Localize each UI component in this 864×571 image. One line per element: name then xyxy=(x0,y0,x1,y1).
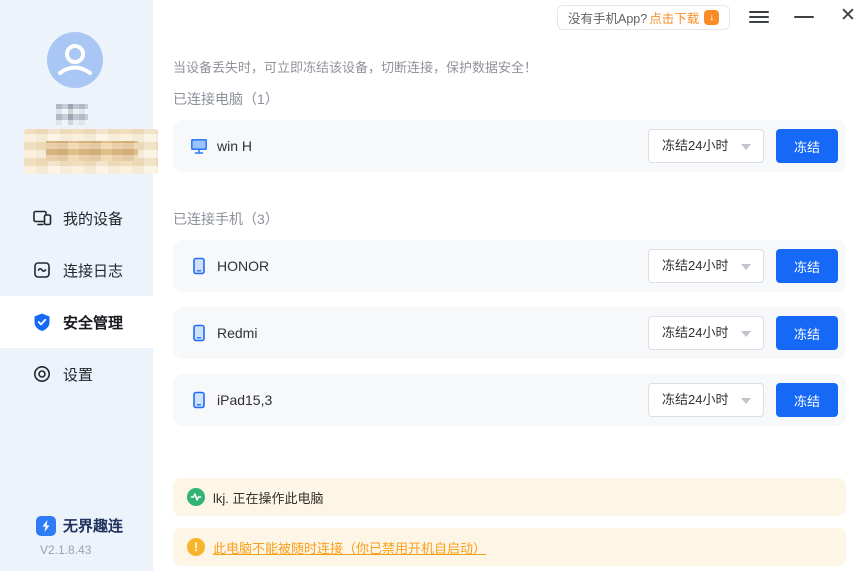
device-row-computer: win H 冻结24小时 冻结 xyxy=(173,120,846,172)
device-name: HONOR xyxy=(217,240,269,292)
connection-log-icon xyxy=(32,260,52,280)
download-app-button[interactable]: 没有手机App? 点击下载 ↓ xyxy=(557,5,730,30)
device-row-phone: HONOR 冻结24小时 冻结 xyxy=(173,240,846,292)
sidebar-item-settings[interactable]: 设置 xyxy=(0,348,153,400)
activity-icon xyxy=(187,488,205,506)
freeze-duration-select[interactable]: 冻结24小时 xyxy=(648,316,764,350)
close-button[interactable]: ✕ xyxy=(836,2,860,30)
sidebar-item-my-devices[interactable]: 我的设备 xyxy=(0,192,153,244)
phone-section-title: 已连接手机（3） xyxy=(173,209,279,229)
device-row-phone: Redmi 冻结24小时 冻结 xyxy=(173,307,846,359)
computer-section-title: 已连接电脑（1） xyxy=(173,89,279,109)
app-logo-icon xyxy=(36,516,56,536)
device-row-phone: iPad15,3 冻结24小时 冻结 xyxy=(173,374,846,426)
sidebar: 我的设备 连接日志 安全管理 xyxy=(0,0,153,571)
phone-icon xyxy=(189,390,209,410)
freeze-duration-value: 冻结24小时 xyxy=(662,317,728,349)
download-link: 点击下载 xyxy=(649,8,699,27)
sidebar-item-label: 我的设备 xyxy=(63,208,123,229)
sidebar-menu: 我的设备 连接日志 安全管理 xyxy=(0,192,153,400)
app-version: V2.1.8.43 xyxy=(0,543,153,557)
user-avatar-icon[interactable] xyxy=(47,32,103,88)
download-icon: ↓ xyxy=(704,10,719,25)
freeze-duration-value: 冻结24小时 xyxy=(662,384,728,416)
warning-icon: ! xyxy=(187,538,205,556)
freeze-button[interactable]: 冻结 xyxy=(776,383,838,417)
sidebar-item-label: 连接日志 xyxy=(63,260,123,281)
chevron-down-icon xyxy=(741,398,751,404)
chevron-down-icon xyxy=(741,331,751,337)
app-window: 我的设备 连接日志 安全管理 xyxy=(0,0,864,571)
activity-notification: lkj. 正在操作此电脑 xyxy=(173,478,846,516)
chevron-down-icon xyxy=(741,144,751,150)
phone-icon xyxy=(189,323,209,343)
brand: 无界趣连 xyxy=(0,515,153,536)
chevron-down-icon xyxy=(741,264,751,270)
sidebar-item-security[interactable]: 安全管理 xyxy=(0,296,153,348)
freeze-duration-select[interactable]: 冻结24小时 xyxy=(648,383,764,417)
freeze-duration-select[interactable]: 冻结24小时 xyxy=(648,129,764,163)
freeze-duration-select[interactable]: 冻结24小时 xyxy=(648,249,764,283)
warning-link[interactable]: 此电脑不能被随时连接（你已禁用开机自启动） xyxy=(213,538,486,557)
device-name: iPad15,3 xyxy=(217,374,272,426)
computer-icon xyxy=(189,136,209,156)
sidebar-item-label: 安全管理 xyxy=(63,312,123,333)
minimize-button[interactable] xyxy=(794,8,814,26)
warning-notification: ! 此电脑不能被随时连接（你已禁用开机自启动） xyxy=(173,528,846,566)
menu-button[interactable] xyxy=(749,8,769,26)
sidebar-item-label: 设置 xyxy=(63,364,93,385)
blurred-banner xyxy=(24,129,158,174)
security-tip: 当设备丢失时，可立即冻结该设备，切断连接，保护数据安全！ xyxy=(173,57,537,76)
device-name: Redmi xyxy=(217,307,257,359)
freeze-duration-value: 冻结24小时 xyxy=(662,130,728,162)
app-name: 无界趣连 xyxy=(63,515,123,536)
settings-icon xyxy=(32,364,52,384)
sidebar-footer: 无界趣连 V2.1.8.43 xyxy=(0,515,153,557)
phone-icon xyxy=(189,256,209,276)
sidebar-item-connection-log[interactable]: 连接日志 xyxy=(0,244,153,296)
device-name: win H xyxy=(217,120,252,172)
freeze-button[interactable]: 冻结 xyxy=(776,249,838,283)
activity-text: lkj. 正在操作此电脑 xyxy=(213,488,324,507)
freeze-button[interactable]: 冻结 xyxy=(776,316,838,350)
blurred-username xyxy=(56,104,88,125)
no-app-text: 没有手机App? xyxy=(568,8,647,27)
devices-icon xyxy=(32,208,52,228)
freeze-duration-value: 冻结24小时 xyxy=(662,250,728,282)
shield-check-icon xyxy=(32,312,52,332)
freeze-button[interactable]: 冻结 xyxy=(776,129,838,163)
